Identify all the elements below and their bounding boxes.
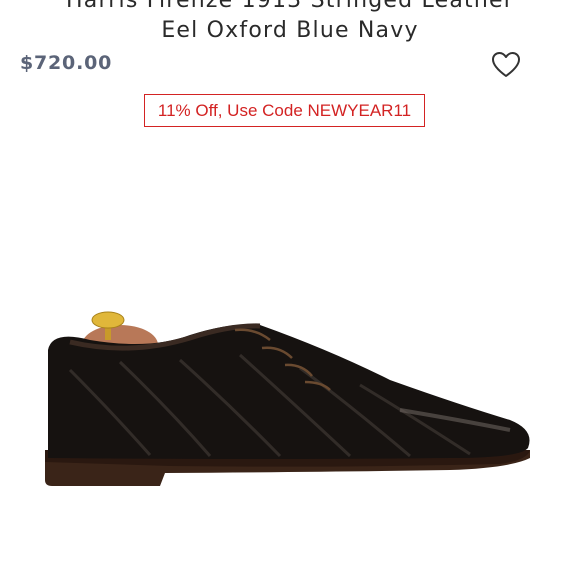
product-title: Harris Firenze 1913 Stringed Leather Eel…	[0, 0, 580, 46]
product-price: $720.00	[20, 52, 113, 74]
shoe-product-image	[45, 311, 530, 486]
promo-code-banner: 11% Off, Use Code NEWYEAR11	[144, 94, 425, 127]
favorite-button[interactable]	[491, 51, 521, 79]
shoe-upper	[48, 324, 530, 459]
product-title-line-1: Harris Firenze 1913 Stringed Leather	[66, 0, 514, 13]
product-title-line-2: Eel Oxford Blue Navy	[161, 18, 419, 43]
heart-outline-icon	[492, 52, 520, 77]
shoe-tree-knob	[91, 311, 125, 329]
